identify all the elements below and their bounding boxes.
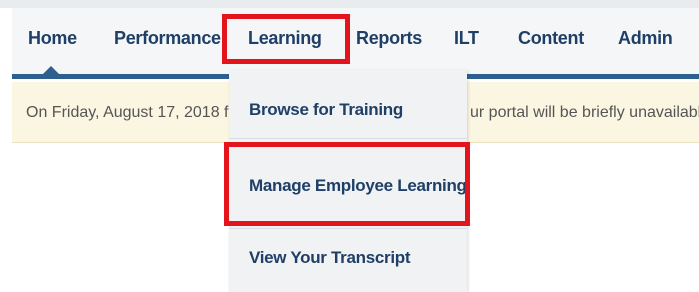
nav-item-learning[interactable]: Learning	[248, 28, 322, 49]
menu-divider	[229, 138, 467, 139]
menu-item-browse-for-training[interactable]: Browse for Training	[229, 86, 467, 136]
menu-item-label: View Your Transcript	[249, 248, 411, 267]
page: Home Performance Learning Reports ILT Co…	[0, 0, 699, 292]
menu-item-label: Browse for Training	[249, 100, 403, 119]
menu-divider	[229, 228, 467, 229]
top-strip	[0, 0, 699, 8]
menu-item-manage-employee-learning[interactable]: Manage Employee Learning	[229, 148, 467, 218]
banner-text-right: ur portal will be briefly unavailable	[470, 104, 699, 121]
nav-item-home[interactable]: Home	[28, 28, 77, 49]
learning-dropdown-menu: Browse for Training Manage Employee Lear…	[229, 70, 467, 292]
nav-item-admin[interactable]: Admin	[618, 28, 673, 49]
banner-text-left: On Friday, August 17, 2018 fro	[26, 104, 243, 121]
menu-item-label: Manage Employee Learning	[249, 176, 467, 195]
nav-item-ilt[interactable]: ILT	[454, 28, 479, 49]
nav-item-performance[interactable]: Performance	[114, 28, 221, 49]
nav-item-content[interactable]: Content	[518, 28, 584, 49]
nav-item-reports[interactable]: Reports	[356, 28, 422, 49]
active-tab-caret-icon	[42, 66, 60, 75]
menu-item-view-your-transcript[interactable]: View Your Transcript	[229, 234, 467, 284]
